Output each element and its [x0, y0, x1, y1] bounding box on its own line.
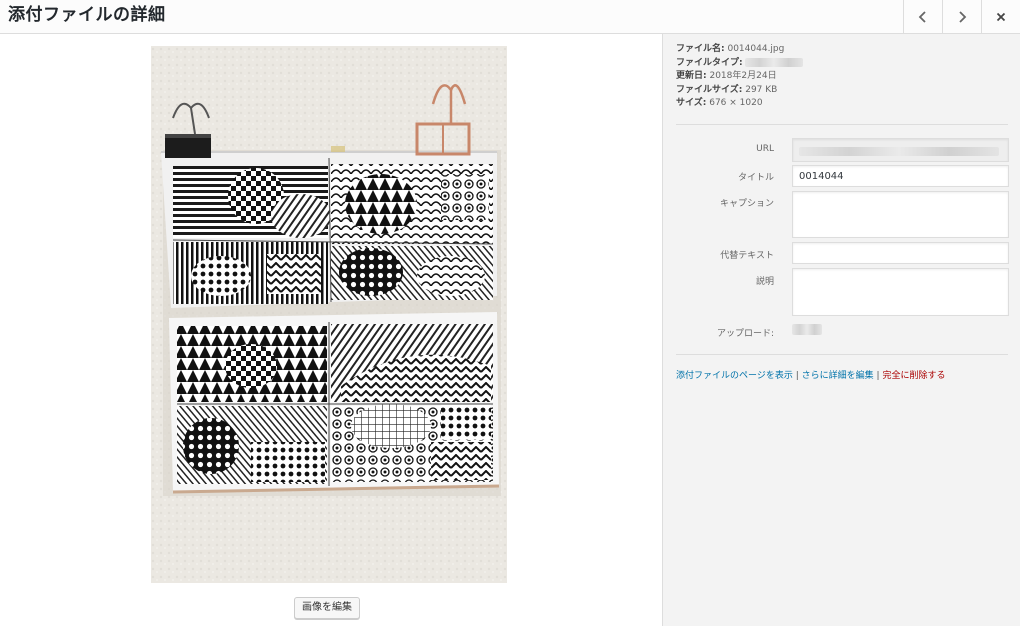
chevron-right-icon: [959, 10, 967, 23]
caption-textarea[interactable]: [792, 191, 1009, 238]
attachment-image: [151, 46, 507, 583]
link-separator: |: [795, 371, 799, 381]
uploaded-by-redacted: [792, 324, 822, 335]
updated-value: 2018年2月24日: [709, 71, 777, 81]
caption-label: キャプション: [719, 199, 774, 209]
zentangle-notebook-photo: [151, 46, 507, 583]
edit-image-button[interactable]: 画像を編集: [294, 597, 360, 619]
url-label: URL: [756, 144, 774, 154]
description-textarea[interactable]: [792, 268, 1009, 316]
title-input[interactable]: [792, 165, 1009, 187]
alt-text-label: 代替テキスト: [720, 251, 774, 261]
url-field[interactable]: [792, 138, 1009, 162]
filetype-redacted: [745, 57, 804, 67]
filename-row: ファイル名: 0014044.jpg: [676, 43, 803, 57]
filetype-label: ファイルタイプ:: [676, 57, 743, 68]
filename-value: 0014044.jpg: [727, 44, 785, 54]
dimensions-value: 676 × 1020: [709, 98, 763, 108]
filesize-label: ファイルサイズ:: [676, 84, 743, 95]
uploaded-by-label: アップロード:: [716, 329, 774, 339]
filesize-row: ファイルサイズ: 297 KB: [676, 84, 803, 98]
next-attachment-button[interactable]: [942, 0, 981, 33]
title-label: タイトル: [737, 173, 774, 183]
updated-label: 更新日:: [676, 71, 707, 81]
dimensions-row: サイズ: 676 × 1020: [676, 97, 803, 111]
filetype-row: ファイルタイプ:: [676, 57, 804, 71]
alt-text-input[interactable]: [792, 242, 1009, 264]
modal-title: 添付ファイルの詳細: [8, 5, 166, 25]
url-redacted: [799, 146, 999, 156]
attachment-actions: 添付ファイルのページを表示 | さらに詳細を編集 | 完全に削除する: [676, 368, 945, 381]
attachment-media-view: 画像を編集: [0, 34, 662, 626]
link-separator: |: [876, 371, 880, 381]
file-info: ファイル名: 0014044.jpg ファイルタイプ: 更新日: 2018年2月…: [676, 43, 804, 111]
divider: [676, 354, 1008, 355]
chevron-left-icon: [918, 10, 926, 23]
view-attachment-page-link[interactable]: 添付ファイルのページを表示: [676, 371, 793, 381]
divider: [676, 124, 1008, 125]
close-icon: [996, 12, 1006, 21]
filesize-value: 297 KB: [745, 84, 778, 95]
delete-permanently-link[interactable]: 完全に削除する: [882, 371, 945, 381]
previous-attachment-button[interactable]: [903, 0, 942, 33]
modal-header: 添付ファイルの詳細: [0, 0, 1020, 34]
filename-label: ファイル名:: [676, 44, 725, 54]
edit-more-details-link[interactable]: さらに詳細を編集: [802, 371, 874, 381]
attachment-details-sidebar: ファイル名: 0014044.jpg ファイルタイプ: 更新日: 2018年2月…: [662, 34, 1020, 626]
close-button[interactable]: [981, 0, 1020, 33]
description-label: 説明: [755, 277, 774, 287]
dimensions-label: サイズ:: [676, 98, 707, 108]
updated-row: 更新日: 2018年2月24日: [676, 70, 803, 84]
